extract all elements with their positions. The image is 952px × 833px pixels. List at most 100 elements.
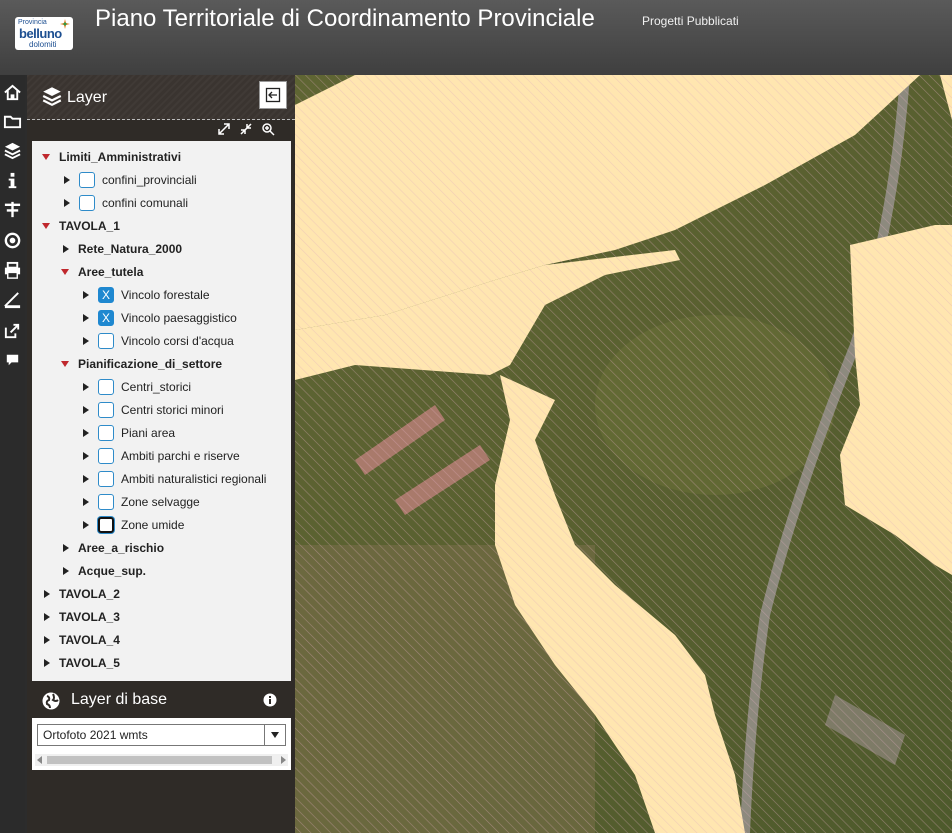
share-icon: [4, 323, 20, 338]
tree-group-rete-natura-2000[interactable]: Rete_Natura_2000: [61, 239, 182, 259]
layer-checkbox[interactable]: [98, 471, 114, 487]
tree-group-tavola-5[interactable]: TAVOLA_5: [42, 653, 120, 673]
app-header: Provincia belluno dolomiti Piano Territo…: [0, 0, 952, 75]
tree-layer-piani-area[interactable]: Piani area: [81, 423, 175, 443]
collapsed-arrow-icon[interactable]: [44, 613, 50, 621]
expand-all-icon[interactable]: [217, 122, 231, 136]
scroll-right-icon[interactable]: [281, 756, 286, 764]
info-icon: [8, 172, 17, 188]
tree-layer-vincolo-forestale[interactable]: X Vincolo forestale: [81, 285, 210, 305]
layers-button[interactable]: [0, 136, 25, 164]
base-layer-header: Layer di base: [27, 682, 295, 718]
scroll-left-icon[interactable]: [37, 756, 42, 764]
collapsed-arrow-icon[interactable]: [83, 383, 89, 391]
tree-group-pianificazione-di-settore[interactable]: Pianificazione_di_settore: [61, 354, 222, 374]
collapsed-arrow-icon[interactable]: [83, 429, 89, 437]
expanded-arrow-icon[interactable]: [42, 223, 50, 229]
ruler-button[interactable]: [0, 286, 25, 314]
tree-group-limiti-amministrativi[interactable]: Limiti_Amministrativi: [42, 147, 181, 167]
layer-checkbox[interactable]: [98, 448, 114, 464]
tree-layer-ambiti-parchi-riserve[interactable]: Ambiti parchi e riserve: [81, 446, 240, 466]
collapsed-arrow-icon[interactable]: [44, 590, 50, 598]
collapsed-arrow-icon[interactable]: [63, 567, 69, 575]
collapsed-arrow-icon[interactable]: [83, 337, 89, 345]
app-subtitle[interactable]: Progetti Pubblicati: [642, 14, 739, 28]
collapsed-arrow-icon[interactable]: [83, 291, 89, 299]
tree-group-aree-a-rischio[interactable]: Aree_a_rischio: [61, 538, 164, 558]
tree-layer-zone-umide[interactable]: Zone umide: [81, 515, 184, 535]
collapsed-arrow-icon[interactable]: [83, 498, 89, 506]
tree-layer-vincolo-paesaggistico[interactable]: X Vincolo paesaggistico: [81, 308, 237, 328]
zoom-layer-icon[interactable]: [261, 122, 275, 136]
layer-checkbox[interactable]: [98, 425, 114, 441]
collapsed-arrow-icon[interactable]: [64, 199, 70, 207]
layer-checkbox-focused[interactable]: [98, 517, 114, 533]
tree-group-tavola-3[interactable]: TAVOLA_3: [42, 607, 120, 627]
layer-checkbox[interactable]: [79, 172, 95, 188]
collapsed-arrow-icon[interactable]: [63, 544, 69, 552]
measure-icon: [4, 201, 21, 217]
tree-group-tavola-2[interactable]: TAVOLA_2: [42, 584, 120, 604]
expanded-arrow-icon[interactable]: [42, 154, 50, 160]
folder-button[interactable]: [0, 107, 25, 135]
share-button[interactable]: [0, 316, 25, 344]
tree-layer-ambiti-naturalistici-regionali[interactable]: Ambiti naturalistici regionali: [81, 469, 266, 489]
layer-panel: Layer Limiti_Amministrativi confini_prov…: [27, 75, 295, 833]
home-button[interactable]: [0, 78, 25, 106]
tree-layer-confini-comunali[interactable]: confini comunali: [62, 193, 188, 213]
tree-layer-centri-storici-minori[interactable]: Centri storici minori: [81, 400, 224, 420]
collapsed-arrow-icon[interactable]: [83, 452, 89, 460]
expanded-arrow-icon[interactable]: [61, 269, 69, 275]
print-button[interactable]: [0, 256, 25, 284]
layer-checkbox-checked[interactable]: X: [98, 287, 114, 303]
ruler-icon: [4, 291, 21, 308]
layer-checkbox[interactable]: [98, 402, 114, 418]
layer-panel-header: Layer: [27, 75, 295, 120]
left-toolbar: [0, 75, 25, 833]
collapsed-arrow-icon[interactable]: [83, 314, 89, 322]
globe-icon: [42, 692, 60, 710]
layer-tree: Limiti_Amministrativi confini_provincial…: [32, 141, 291, 681]
layers-icon: [4, 142, 21, 159]
scrollbar-thumb[interactable]: [47, 756, 272, 764]
horizontal-scrollbar[interactable]: [35, 754, 288, 766]
layer-checkbox[interactable]: [98, 379, 114, 395]
tree-layer-vincolo-corsi-acqua[interactable]: Vincolo corsi d'acqua: [81, 331, 234, 351]
chevron-down-icon[interactable]: [264, 725, 285, 745]
tree-layer-confini-provinciali[interactable]: confini_provinciali: [62, 170, 197, 190]
layer-checkbox-checked[interactable]: X: [98, 310, 114, 326]
collapsed-arrow-icon[interactable]: [44, 659, 50, 667]
collapsed-arrow-icon[interactable]: [83, 521, 89, 529]
layer-checkbox[interactable]: [79, 195, 95, 211]
hatch-overlay: [295, 75, 952, 833]
tree-group-tavola-1[interactable]: TAVOLA_1: [42, 216, 120, 236]
base-layer-select[interactable]: Ortofoto 2021 wmts: [37, 724, 286, 746]
map-view[interactable]: [295, 75, 952, 833]
info-circle-icon[interactable]: [263, 693, 277, 707]
target-button[interactable]: [0, 226, 25, 254]
expanded-arrow-icon[interactable]: [61, 361, 69, 367]
collapse-panel-button[interactable]: [259, 81, 287, 109]
province-logo[interactable]: Provincia belluno dolomiti: [15, 17, 73, 50]
collapsed-arrow-icon[interactable]: [63, 245, 69, 253]
layer-checkbox[interactable]: [98, 494, 114, 510]
tree-group-aree-tutela[interactable]: Aree_tutela: [61, 262, 143, 282]
info-button[interactable]: [0, 166, 25, 194]
collapsed-arrow-icon[interactable]: [64, 176, 70, 184]
chat-button[interactable]: [0, 346, 25, 374]
home-icon: [4, 84, 21, 100]
layer-checkbox[interactable]: [98, 333, 114, 349]
collapsed-arrow-icon[interactable]: [83, 406, 89, 414]
collapsed-arrow-icon[interactable]: [44, 636, 50, 644]
print-icon: [4, 261, 21, 279]
tree-layer-centri-storici[interactable]: Centri_storici: [81, 377, 191, 397]
base-layer-title: Layer di base: [71, 691, 168, 708]
target-icon: [4, 232, 21, 248]
tree-layer-zone-selvagge[interactable]: Zone selvagge: [81, 492, 200, 512]
tree-group-acque-sup[interactable]: Acque_sup.: [61, 561, 146, 581]
collapsed-arrow-icon[interactable]: [83, 475, 89, 483]
measure-button[interactable]: [0, 195, 25, 223]
tree-group-tavola-4[interactable]: TAVOLA_4: [42, 630, 120, 650]
map-canvas[interactable]: [295, 75, 952, 833]
collapse-all-icon[interactable]: [239, 122, 253, 136]
